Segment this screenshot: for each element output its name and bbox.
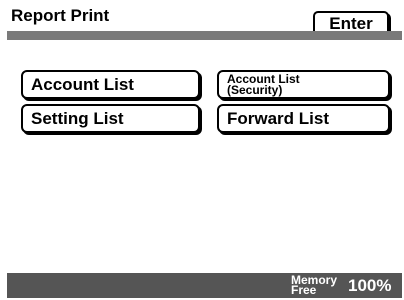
memory-free-value: 100% [348, 276, 392, 295]
account-list-security-button[interactable]: Account List (Security) [217, 70, 390, 99]
setting-list-button[interactable]: Setting List [21, 104, 200, 133]
forward-list-button[interactable]: Forward List [217, 104, 390, 133]
status-bar [7, 273, 402, 298]
report-print-screen: Report Print Enter Account List Account … [7, 0, 402, 298]
memory-free-label: Memory Free [291, 274, 337, 296]
page-title: Report Print [11, 6, 110, 25]
account-list-button[interactable]: Account List [21, 70, 200, 99]
title-divider-bar [7, 31, 402, 40]
account-list-security-line2: (Security) [227, 82, 283, 97]
